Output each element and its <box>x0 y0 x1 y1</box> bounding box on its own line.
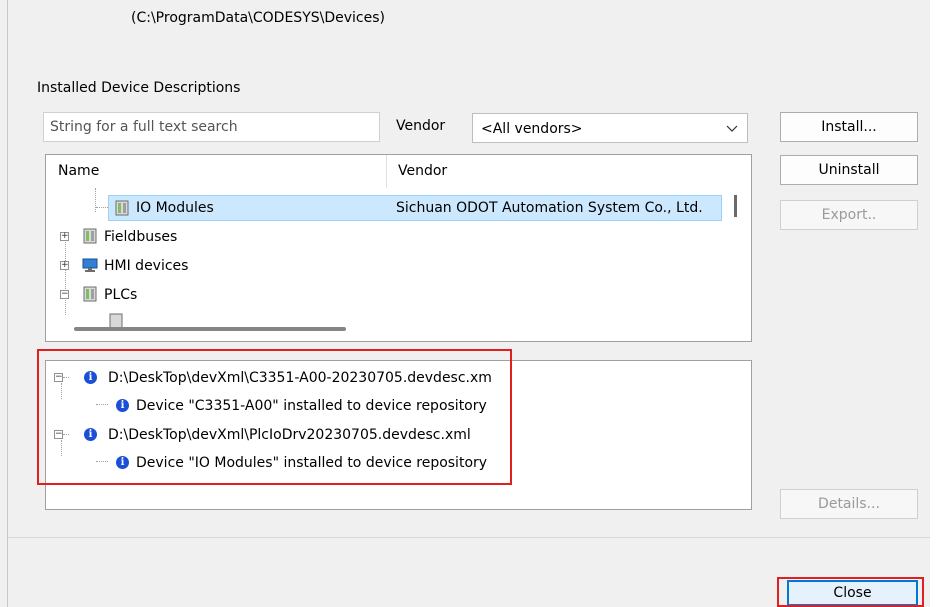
highlight-box-close <box>777 577 924 607</box>
tree-item-hmi-devices[interactable]: HMI devices <box>104 254 188 278</box>
collapse-minus-icon[interactable]: − <box>60 290 69 299</box>
details-button[interactable]: Details... <box>780 489 918 519</box>
section-title: Installed Device Descriptions <box>37 80 241 96</box>
install-button[interactable]: Install... <box>780 112 918 142</box>
tree-item-fieldbuses[interactable]: Fieldbuses <box>104 225 177 249</box>
vendor-label: Vendor <box>396 118 446 134</box>
device-folder-icon <box>83 228 97 244</box>
repository-path: (C:\ProgramData\CODESYS\Devices) <box>131 10 385 26</box>
tree-item-vendor: Sichuan ODOT Automation System Co., Ltd. <box>396 200 703 216</box>
highlight-box-log <box>37 349 512 485</box>
plc-device-icon <box>83 286 97 302</box>
column-header-vendor[interactable]: Vendor <box>398 155 447 188</box>
device-module-icon <box>115 200 129 216</box>
window-edge <box>7 0 8 607</box>
uninstall-button[interactable]: Uninstall <box>780 155 918 185</box>
vendor-selected-value: <All vendors> <box>481 121 583 137</box>
expand-plus-icon[interactable]: + <box>60 261 69 270</box>
tree-line <box>65 235 67 315</box>
device-tree[interactable]: Name Vendor IO Modules Sichuan ODOT Auto… <box>45 154 752 342</box>
tree-item-plcs[interactable]: PLCs <box>104 283 137 307</box>
search-field[interactable] <box>43 112 380 142</box>
text-cursor <box>734 195 737 217</box>
expand-plus-icon[interactable]: + <box>60 232 69 241</box>
column-separator[interactable] <box>386 155 387 188</box>
column-header-name[interactable]: Name <box>58 155 99 188</box>
export-button[interactable]: Export.. <box>780 200 918 230</box>
chevron-down-icon <box>726 125 738 132</box>
horizontal-scrollbar[interactable] <box>74 327 346 331</box>
vendor-dropdown[interactable]: <All vendors> <box>472 113 748 143</box>
footer-divider <box>8 537 930 538</box>
hmi-monitor-icon <box>82 258 98 272</box>
search-input[interactable] <box>44 113 379 141</box>
tree-item-io-modules[interactable]: IO Modules <box>136 196 214 220</box>
